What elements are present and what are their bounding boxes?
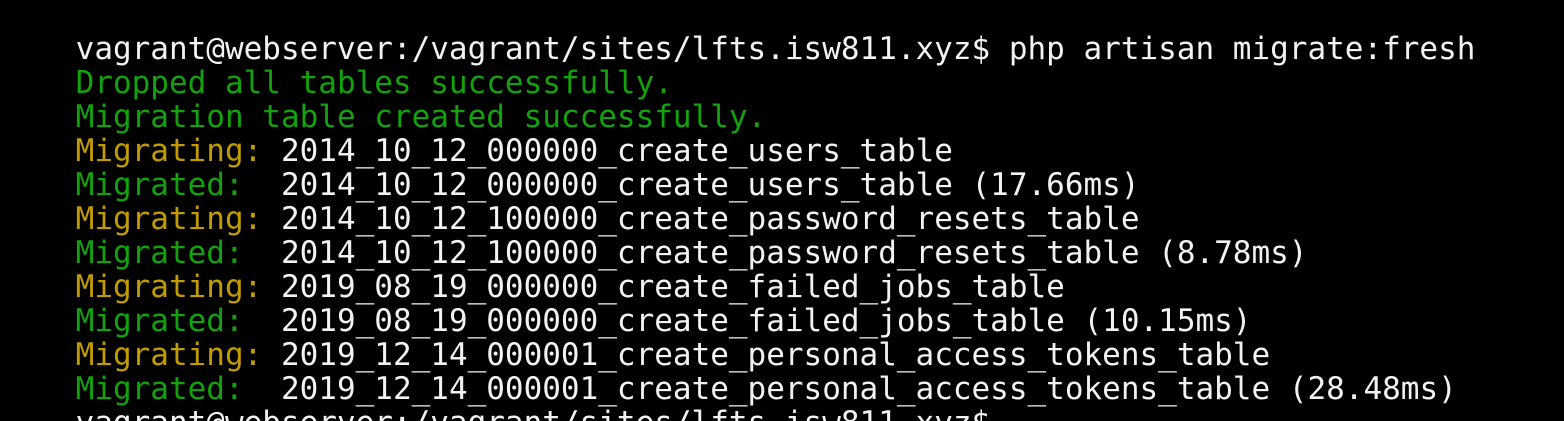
status-label-migrated: Migrated: xyxy=(75,371,281,407)
migration-name: 2014_10_12_100000_create_password_resets… xyxy=(280,201,1140,237)
status-label-migrated: Migrated: xyxy=(75,235,281,271)
status-label-migrating: Migrating: xyxy=(75,201,281,237)
migration-name: 2019_12_14_000001_create_personal_access… xyxy=(280,337,1271,373)
migration-name: 2019_08_19_000000_create_failed_jobs_tab… xyxy=(280,303,1252,339)
migration-name: 2014_10_12_000000_create_users_table (17… xyxy=(280,167,1140,203)
status-label-migrating: Migrating: xyxy=(75,133,281,169)
success-message: Dropped all tables successfully. xyxy=(75,65,673,101)
migration-name: 2019_08_19_000000_create_failed_jobs_tab… xyxy=(280,269,1065,305)
command-text: vagrant@webserver:/vagrant/sites/lfts.is… xyxy=(75,31,1476,67)
status-label-migrated: Migrated: xyxy=(75,303,281,339)
success-message: Migration table created successfully. xyxy=(75,99,767,135)
status-label-migrating: Migrating: xyxy=(75,269,281,305)
migration-name: 2014_10_12_000000_create_users_table xyxy=(280,133,953,169)
migration-name: 2019_12_14_000001_create_personal_access… xyxy=(280,371,1457,407)
migration-name: 2014_10_12_100000_create_password_resets… xyxy=(280,235,1308,271)
status-label-migrating: Migrating: xyxy=(75,337,281,373)
terminal-window[interactable]: vagrant@webserver:/vagrant/sites/lfts.is… xyxy=(0,0,1564,421)
status-label-migrated: Migrated: xyxy=(75,167,281,203)
shell-prompt: vagrant@webserver:/vagrant/sites/lfts.is… xyxy=(76,405,991,421)
command-prompt-line: vagrant@webserver:/vagrant/sites/lfts.is… xyxy=(1,0,1564,66)
